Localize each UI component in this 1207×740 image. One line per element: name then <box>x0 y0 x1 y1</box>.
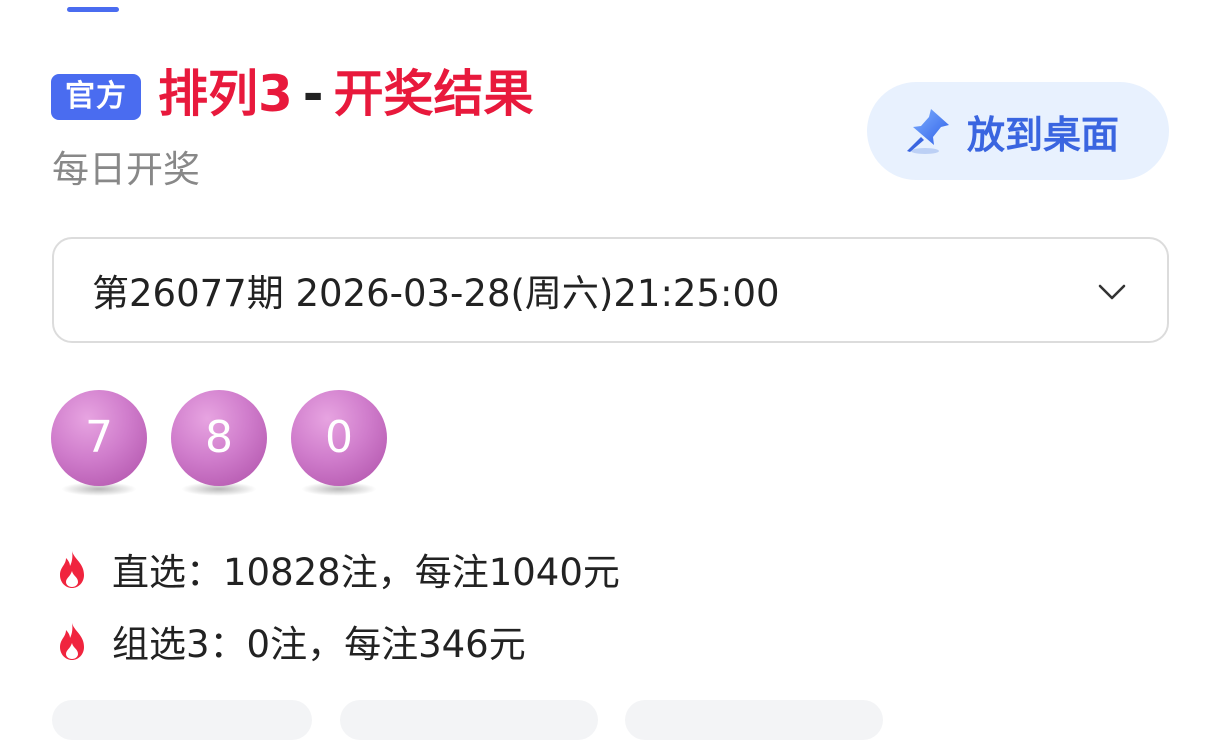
prize-group3-text: 组选3：0注，每注346元 <box>112 623 526 666</box>
bottom-chip[interactable] <box>340 700 598 740</box>
bottom-chip[interactable] <box>52 700 312 740</box>
prize-row-group3: 组选3：0注，每注346元 <box>54 614 526 668</box>
number-ball: 8 <box>171 390 267 486</box>
title-game: 排列3 <box>158 65 293 123</box>
tab-indicator <box>67 7 119 12</box>
number-ball-wrap: 8 <box>171 390 267 500</box>
add-to-desktop-label: 放到桌面 <box>967 112 1120 157</box>
winning-numbers: 7 8 0 <box>51 390 387 500</box>
number-ball-wrap: 7 <box>51 390 147 500</box>
flame-icon <box>60 623 84 660</box>
add-to-desktop-button[interactable]: 放到桌面 <box>867 82 1169 180</box>
prize-direct-text: 直选：10828注，每注1040元 <box>112 551 620 594</box>
bottom-chip[interactable] <box>625 700 883 740</box>
issue-selected-value: 第26077期 2026-03-28(周六)21:25:00 <box>92 272 780 315</box>
issue-dropdown[interactable]: 第26077期 2026-03-28(周六)21:25:00 <box>52 237 1169 343</box>
number-ball: 7 <box>51 390 147 486</box>
title-separator: - <box>302 65 324 123</box>
pin-icon <box>907 109 949 154</box>
number-ball-wrap: 0 <box>291 390 387 500</box>
title-suffix: 开奖结果 <box>333 65 534 123</box>
chevron-down-icon <box>1098 284 1126 300</box>
official-badge: 官方 <box>51 74 141 120</box>
draw-frequency: 每日开奖 <box>52 148 200 191</box>
prize-row-direct: 直选：10828注，每注1040元 <box>54 542 620 596</box>
page-title: 排列3- 开奖结果 <box>158 62 534 126</box>
number-ball: 0 <box>291 390 387 486</box>
flame-icon <box>60 551 84 588</box>
